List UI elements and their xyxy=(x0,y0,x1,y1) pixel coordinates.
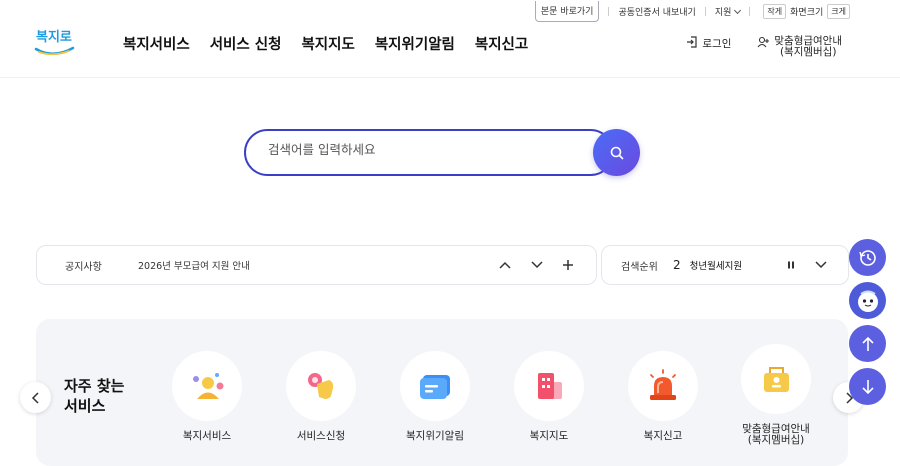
svg-text:복지로: 복지로 xyxy=(36,30,72,45)
search-ranking: 검색순위 2 청년월세지원 xyxy=(601,245,849,285)
arrow-up-icon xyxy=(861,336,874,351)
service-crisis-alert[interactable]: 복지위기알림 xyxy=(392,351,478,442)
nav-service-application[interactable]: 서비스 신청 xyxy=(210,33,282,54)
person-icon xyxy=(193,373,224,399)
membership-link[interactable]: 맞춤형급여안내 (복지멤버십) xyxy=(757,35,842,59)
rank-number: 2 xyxy=(673,258,681,272)
service-label: 복지신고 xyxy=(643,430,683,442)
building-icon xyxy=(538,373,562,399)
arrow-down-icon xyxy=(861,379,874,394)
search-icon xyxy=(610,146,623,159)
user-plus-icon xyxy=(757,36,770,48)
plus-icon[interactable] xyxy=(562,259,574,271)
frequent-services-section: 자주 찾는 서비스 복지서비스 서비스신청 복지위기알림 복지지도 복지신고 맞… xyxy=(36,319,848,466)
carousel-prev-button[interactable] xyxy=(20,382,51,413)
search-button[interactable] xyxy=(593,129,640,176)
site-header: 복지로 복지서비스 서비스 신청 복지지도 복지위기알림 복지신고 로그인 맞춤… xyxy=(0,0,900,78)
hand-tap-icon xyxy=(308,373,334,399)
notice-controls xyxy=(498,259,574,271)
service-label: 맞춤형급여안내 (복지멤버십) xyxy=(742,423,810,447)
service-label: 서비스신청 xyxy=(296,430,346,442)
membership-label: 맞춤형급여안내 (복지멤버십) xyxy=(774,35,842,59)
login-label: 로그인 xyxy=(702,38,732,50)
rank-term[interactable]: 청년월세지원 xyxy=(690,258,786,272)
nav-welfare-report[interactable]: 복지신고 xyxy=(475,33,528,54)
nav-welfare-map[interactable]: 복지지도 xyxy=(301,33,354,54)
service-welfare-report[interactable]: 복지신고 xyxy=(620,351,706,442)
chevron-up-icon[interactable] xyxy=(498,260,512,270)
header-actions: 로그인 맞춤형급여안내 (복지멤버십) xyxy=(686,35,842,59)
notice-strip: 공지사항 2026년 부모급여 지원 안내 xyxy=(36,245,597,285)
recent-history-button[interactable] xyxy=(849,239,886,276)
service-icon-circle xyxy=(400,351,470,421)
history-icon xyxy=(858,249,876,266)
scroll-bottom-button[interactable] xyxy=(849,368,886,405)
notice-text[interactable]: 2026년 부모급여 지원 안내 xyxy=(138,258,498,272)
service-membership[interactable]: 맞춤형급여안내 (복지멤버십) xyxy=(733,344,819,446)
login-icon xyxy=(687,36,697,48)
main-navigation: 복지서비스 서비스 신청 복지지도 복지위기알림 복지신고 xyxy=(123,33,528,54)
service-label: 복지서비스 xyxy=(182,430,232,442)
chatbot-button[interactable] xyxy=(849,282,886,319)
service-icon-circle xyxy=(741,344,811,414)
pause-icon[interactable] xyxy=(786,260,796,270)
section-title: 자주 찾는 서비스 xyxy=(64,377,125,416)
rank-label: 검색순위 xyxy=(621,261,658,273)
service-application[interactable]: 서비스신청 xyxy=(278,351,364,442)
rank-controls xyxy=(786,260,828,270)
chatbot-icon xyxy=(857,290,878,312)
login-link[interactable]: 로그인 xyxy=(686,36,731,58)
service-label: 복지지도 xyxy=(529,430,569,442)
search-input[interactable] xyxy=(268,142,588,157)
chevron-down-icon[interactable] xyxy=(530,260,544,270)
message-icon xyxy=(420,375,450,399)
search-area xyxy=(244,129,640,176)
nav-crisis-alert[interactable]: 복지위기알림 xyxy=(375,33,455,54)
chevron-down-icon[interactable] xyxy=(814,260,828,270)
notice-label: 공지사항 xyxy=(65,261,102,273)
scroll-top-button[interactable] xyxy=(849,325,886,362)
service-icon-circle xyxy=(172,351,242,421)
service-welfare-services[interactable]: 복지서비스 xyxy=(164,351,250,442)
service-label: 복지위기알림 xyxy=(406,430,464,442)
service-icon-circle xyxy=(286,351,356,421)
chevron-left-icon xyxy=(31,391,39,404)
site-logo[interactable]: 복지로 xyxy=(33,24,77,60)
membership-icon xyxy=(764,367,789,392)
service-icon-circle xyxy=(514,351,584,421)
service-welfare-map[interactable]: 복지지도 xyxy=(506,351,592,442)
nav-welfare-services[interactable]: 복지서비스 xyxy=(123,33,190,54)
siren-icon xyxy=(650,369,676,400)
service-icon-circle xyxy=(628,351,698,421)
